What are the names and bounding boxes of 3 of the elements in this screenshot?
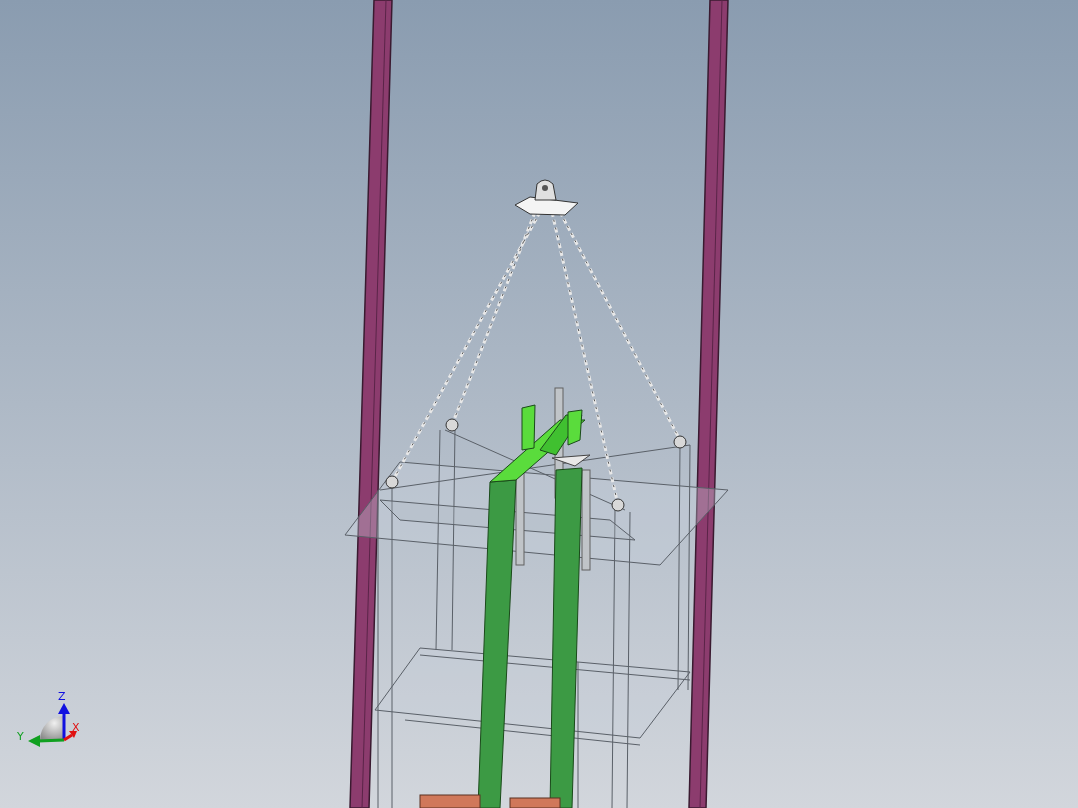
axis-label: Z — [58, 690, 66, 703]
axis-label: X — [72, 721, 80, 734]
axis-label: Y — [17, 730, 24, 743]
